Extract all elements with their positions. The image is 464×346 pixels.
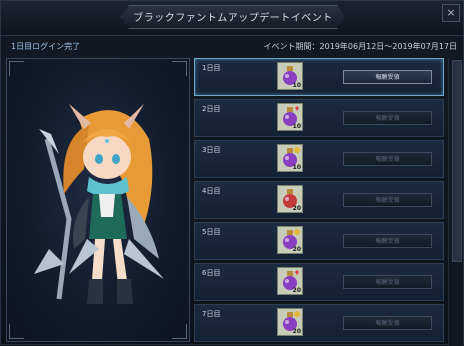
- item-quantity: 20: [292, 246, 301, 253]
- event-window: ブラックファントムアップデートイベント × 1日目ログイン完了 イベント期間：2…: [0, 0, 464, 346]
- purple-potion-gold-icon[interactable]: 20: [277, 308, 303, 336]
- reward-day-label: 7日目: [202, 310, 221, 318]
- item-quantity: 10: [292, 164, 301, 171]
- reward-row: 3日目 10 報酬受領: [194, 140, 444, 178]
- panel-corner-ornament: [172, 324, 187, 339]
- reward-list[interactable]: 1日目 10 報酬受領 2日目 10 報酬受領 3日目 10 報酬受領 4日目 20 報酬受領 5日目 2…: [194, 58, 446, 346]
- item-quantity: 10: [292, 123, 301, 130]
- title-bar: ブラックファントムアップデートイベント ×: [1, 1, 463, 36]
- claim-reward-button[interactable]: 報酬受領: [343, 234, 432, 248]
- character-panel: [6, 58, 190, 342]
- claim-reward-button[interactable]: 報酬受領: [343, 316, 432, 330]
- window-title: ブラックファントムアップデートイベント: [133, 13, 333, 24]
- reward-row: 7日目 20 報酬受領: [194, 304, 444, 342]
- close-button[interactable]: ×: [442, 4, 460, 22]
- red-potion-icon[interactable]: 20: [277, 185, 303, 213]
- panel-corner-ornament: [172, 61, 187, 76]
- reward-row: 6日目 20 報酬受領: [194, 263, 444, 301]
- panel-corner-ornament: [9, 61, 24, 76]
- reward-row: 5日目 20 報酬受領: [194, 222, 444, 260]
- item-quantity: 20: [292, 205, 301, 212]
- item-quantity: 10: [292, 82, 301, 89]
- reward-day-label: 4日目: [202, 187, 221, 195]
- event-period-text: イベント期間：2019年06月12日～2019年07月17日: [263, 42, 457, 51]
- claim-reward-button[interactable]: 報酬受領: [343, 193, 432, 207]
- purple-potion-gold-icon[interactable]: 10: [277, 144, 303, 172]
- purple-potion-gold-icon[interactable]: 20: [277, 226, 303, 254]
- reward-day-label: 6日目: [202, 269, 221, 277]
- purple-potion-icon[interactable]: 10: [277, 62, 303, 90]
- claim-reward-button[interactable]: 報酬受領: [343, 275, 432, 289]
- item-quantity: 20: [292, 328, 301, 335]
- item-quantity: 20: [292, 287, 301, 294]
- panel-corner-ornament: [9, 324, 24, 339]
- purple-potion-heart-icon[interactable]: 10: [277, 103, 303, 131]
- reward-day-label: 2日目: [202, 105, 221, 113]
- login-status-text: 1日目ログイン完了: [11, 42, 81, 51]
- reward-day-label: 3日目: [202, 146, 221, 154]
- reward-row: 1日目 10 報酬受領: [194, 58, 444, 96]
- purple-potion-heart-icon[interactable]: 20: [277, 267, 303, 295]
- claim-reward-button[interactable]: 報酬受領: [343, 111, 432, 125]
- reward-day-label: 1日目: [202, 64, 221, 72]
- reward-list-scrollbar[interactable]: [448, 58, 463, 346]
- reward-row: 2日目 10 報酬受領: [194, 99, 444, 137]
- claim-reward-button[interactable]: 報酬受領: [343, 70, 432, 84]
- reward-day-label: 5日目: [202, 228, 221, 236]
- character-illustration: [34, 104, 164, 304]
- scroll-thumb[interactable]: [452, 60, 462, 262]
- reward-row: 4日目 20 報酬受領: [194, 181, 444, 219]
- claim-reward-button[interactable]: 報酬受領: [343, 152, 432, 166]
